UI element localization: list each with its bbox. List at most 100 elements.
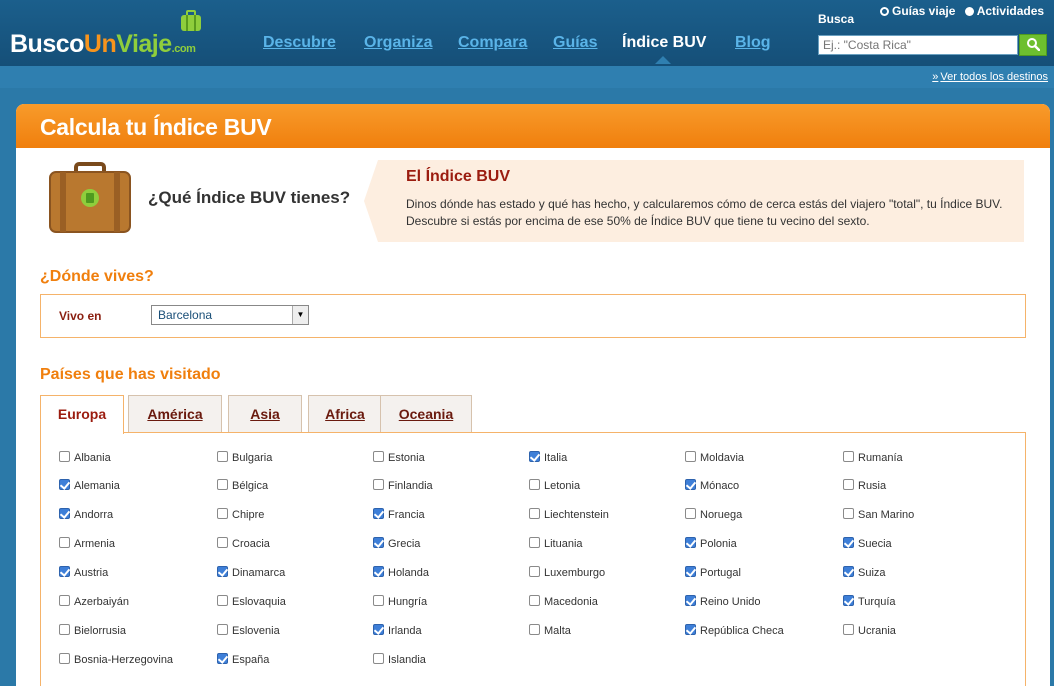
country-item[interactable]: Albania (59, 451, 111, 464)
nav-indice-buv[interactable]: Índice BUV (622, 34, 706, 52)
radio-guias-viaje[interactable] (880, 7, 889, 16)
nav-blog[interactable]: Blog (735, 34, 771, 52)
country-checkbox[interactable] (217, 537, 228, 548)
country-item[interactable]: Lituania (529, 537, 583, 550)
country-item[interactable]: Eslovenia (217, 624, 280, 637)
country-item[interactable]: Eslovaquia (217, 595, 286, 608)
country-item[interactable]: Holanda (373, 566, 429, 579)
country-checkbox[interactable] (843, 479, 854, 490)
country-item[interactable]: Polonia (685, 537, 737, 550)
country-item[interactable]: Chipre (217, 508, 264, 521)
tab-europa[interactable]: Europa (40, 395, 124, 434)
country-item[interactable]: Malta (529, 624, 571, 637)
site-logo[interactable]: BuscoUnViaje.com (10, 30, 196, 59)
tab-oceania[interactable]: Oceania (380, 395, 472, 433)
country-item[interactable]: Letonia (529, 479, 580, 492)
country-item[interactable]: Azerbaiyán (59, 595, 129, 608)
country-item[interactable]: Estonia (373, 451, 425, 464)
country-checkbox[interactable] (529, 624, 540, 635)
country-checkbox[interactable] (843, 508, 854, 519)
country-item[interactable]: Alemania (59, 479, 120, 492)
country-checkbox[interactable] (529, 566, 540, 577)
country-checkbox[interactable] (373, 653, 384, 664)
country-item[interactable]: Suecia (843, 537, 892, 550)
country-item[interactable]: Mónaco (685, 479, 739, 492)
country-item[interactable]: Italia (529, 451, 567, 464)
country-item[interactable]: Rusia (843, 479, 886, 492)
country-checkbox[interactable] (217, 451, 228, 462)
country-item[interactable]: Bielorrusia (59, 624, 126, 637)
radio-actividades[interactable] (964, 7, 974, 16)
country-checkbox[interactable] (529, 595, 540, 606)
country-checkbox[interactable] (373, 566, 384, 577)
search-input[interactable] (818, 35, 1018, 55)
nav-descubre[interactable]: Descubre (263, 34, 336, 52)
country-checkbox[interactable] (217, 566, 228, 577)
country-item[interactable]: Suiza (843, 566, 886, 579)
tab-asia[interactable]: Asia (228, 395, 302, 433)
country-item[interactable]: Croacia (217, 537, 270, 550)
search-button[interactable] (1019, 34, 1047, 56)
country-checkbox[interactable] (59, 595, 70, 606)
country-checkbox[interactable] (373, 624, 384, 635)
country-checkbox[interactable] (217, 653, 228, 664)
country-item[interactable]: Islandia (373, 653, 426, 666)
country-checkbox[interactable] (843, 451, 854, 462)
country-item[interactable]: Dinamarca (217, 566, 285, 579)
nav-compara[interactable]: Compara (458, 34, 527, 52)
country-item[interactable]: Reino Unido (685, 595, 761, 608)
country-item[interactable]: Bosnia-Herzegovina (59, 653, 173, 666)
country-item[interactable]: Austria (59, 566, 108, 579)
country-checkbox[interactable] (529, 451, 540, 462)
country-checkbox[interactable] (217, 595, 228, 606)
country-checkbox[interactable] (59, 479, 70, 490)
country-checkbox[interactable] (373, 508, 384, 519)
country-checkbox[interactable] (59, 653, 70, 664)
country-item[interactable]: Liechtenstein (529, 508, 609, 521)
country-checkbox[interactable] (843, 624, 854, 635)
country-checkbox[interactable] (59, 624, 70, 635)
country-checkbox[interactable] (685, 508, 696, 519)
country-checkbox[interactable] (685, 451, 696, 462)
country-checkbox[interactable] (217, 479, 228, 490)
country-checkbox[interactable] (685, 479, 696, 490)
country-item[interactable]: Turquía (843, 595, 896, 608)
country-checkbox[interactable] (59, 451, 70, 462)
country-checkbox[interactable] (685, 537, 696, 548)
country-item[interactable]: Rumanía (843, 451, 903, 464)
country-checkbox[interactable] (373, 595, 384, 606)
nav-organiza[interactable]: Organiza (364, 34, 432, 52)
city-select[interactable]: Barcelona ▼ (151, 305, 309, 325)
country-item[interactable]: Ucrania (843, 624, 896, 637)
country-checkbox[interactable] (843, 566, 854, 577)
country-item[interactable]: Finlandia (373, 479, 433, 492)
country-checkbox[interactable] (685, 566, 696, 577)
country-checkbox[interactable] (217, 508, 228, 519)
country-item[interactable]: Bélgica (217, 479, 268, 492)
country-item[interactable]: Armenia (59, 537, 115, 550)
country-checkbox[interactable] (59, 508, 70, 519)
country-checkbox[interactable] (373, 479, 384, 490)
nav-guias[interactable]: Guías (553, 34, 597, 52)
country-checkbox[interactable] (59, 537, 70, 548)
country-checkbox[interactable] (59, 566, 70, 577)
country-checkbox[interactable] (217, 624, 228, 635)
country-checkbox[interactable] (529, 508, 540, 519)
country-item[interactable]: San Marino (843, 508, 914, 521)
country-item[interactable]: Portugal (685, 566, 741, 579)
country-item[interactable]: España (217, 653, 269, 666)
country-checkbox[interactable] (529, 537, 540, 548)
country-checkbox[interactable] (685, 624, 696, 635)
country-item[interactable]: Moldavia (685, 451, 744, 464)
country-item[interactable]: Andorra (59, 508, 113, 521)
ver-todos-link[interactable]: » Ver todos los destinos (932, 71, 1048, 83)
country-item[interactable]: Francia (373, 508, 425, 521)
country-checkbox[interactable] (529, 479, 540, 490)
country-checkbox[interactable] (685, 595, 696, 606)
country-checkbox[interactable] (843, 537, 854, 548)
country-checkbox[interactable] (373, 451, 384, 462)
country-item[interactable]: Hungría (373, 595, 427, 608)
tab-america[interactable]: América (128, 395, 222, 433)
country-item[interactable]: Bulgaria (217, 451, 272, 464)
country-item[interactable]: Irlanda (373, 624, 422, 637)
